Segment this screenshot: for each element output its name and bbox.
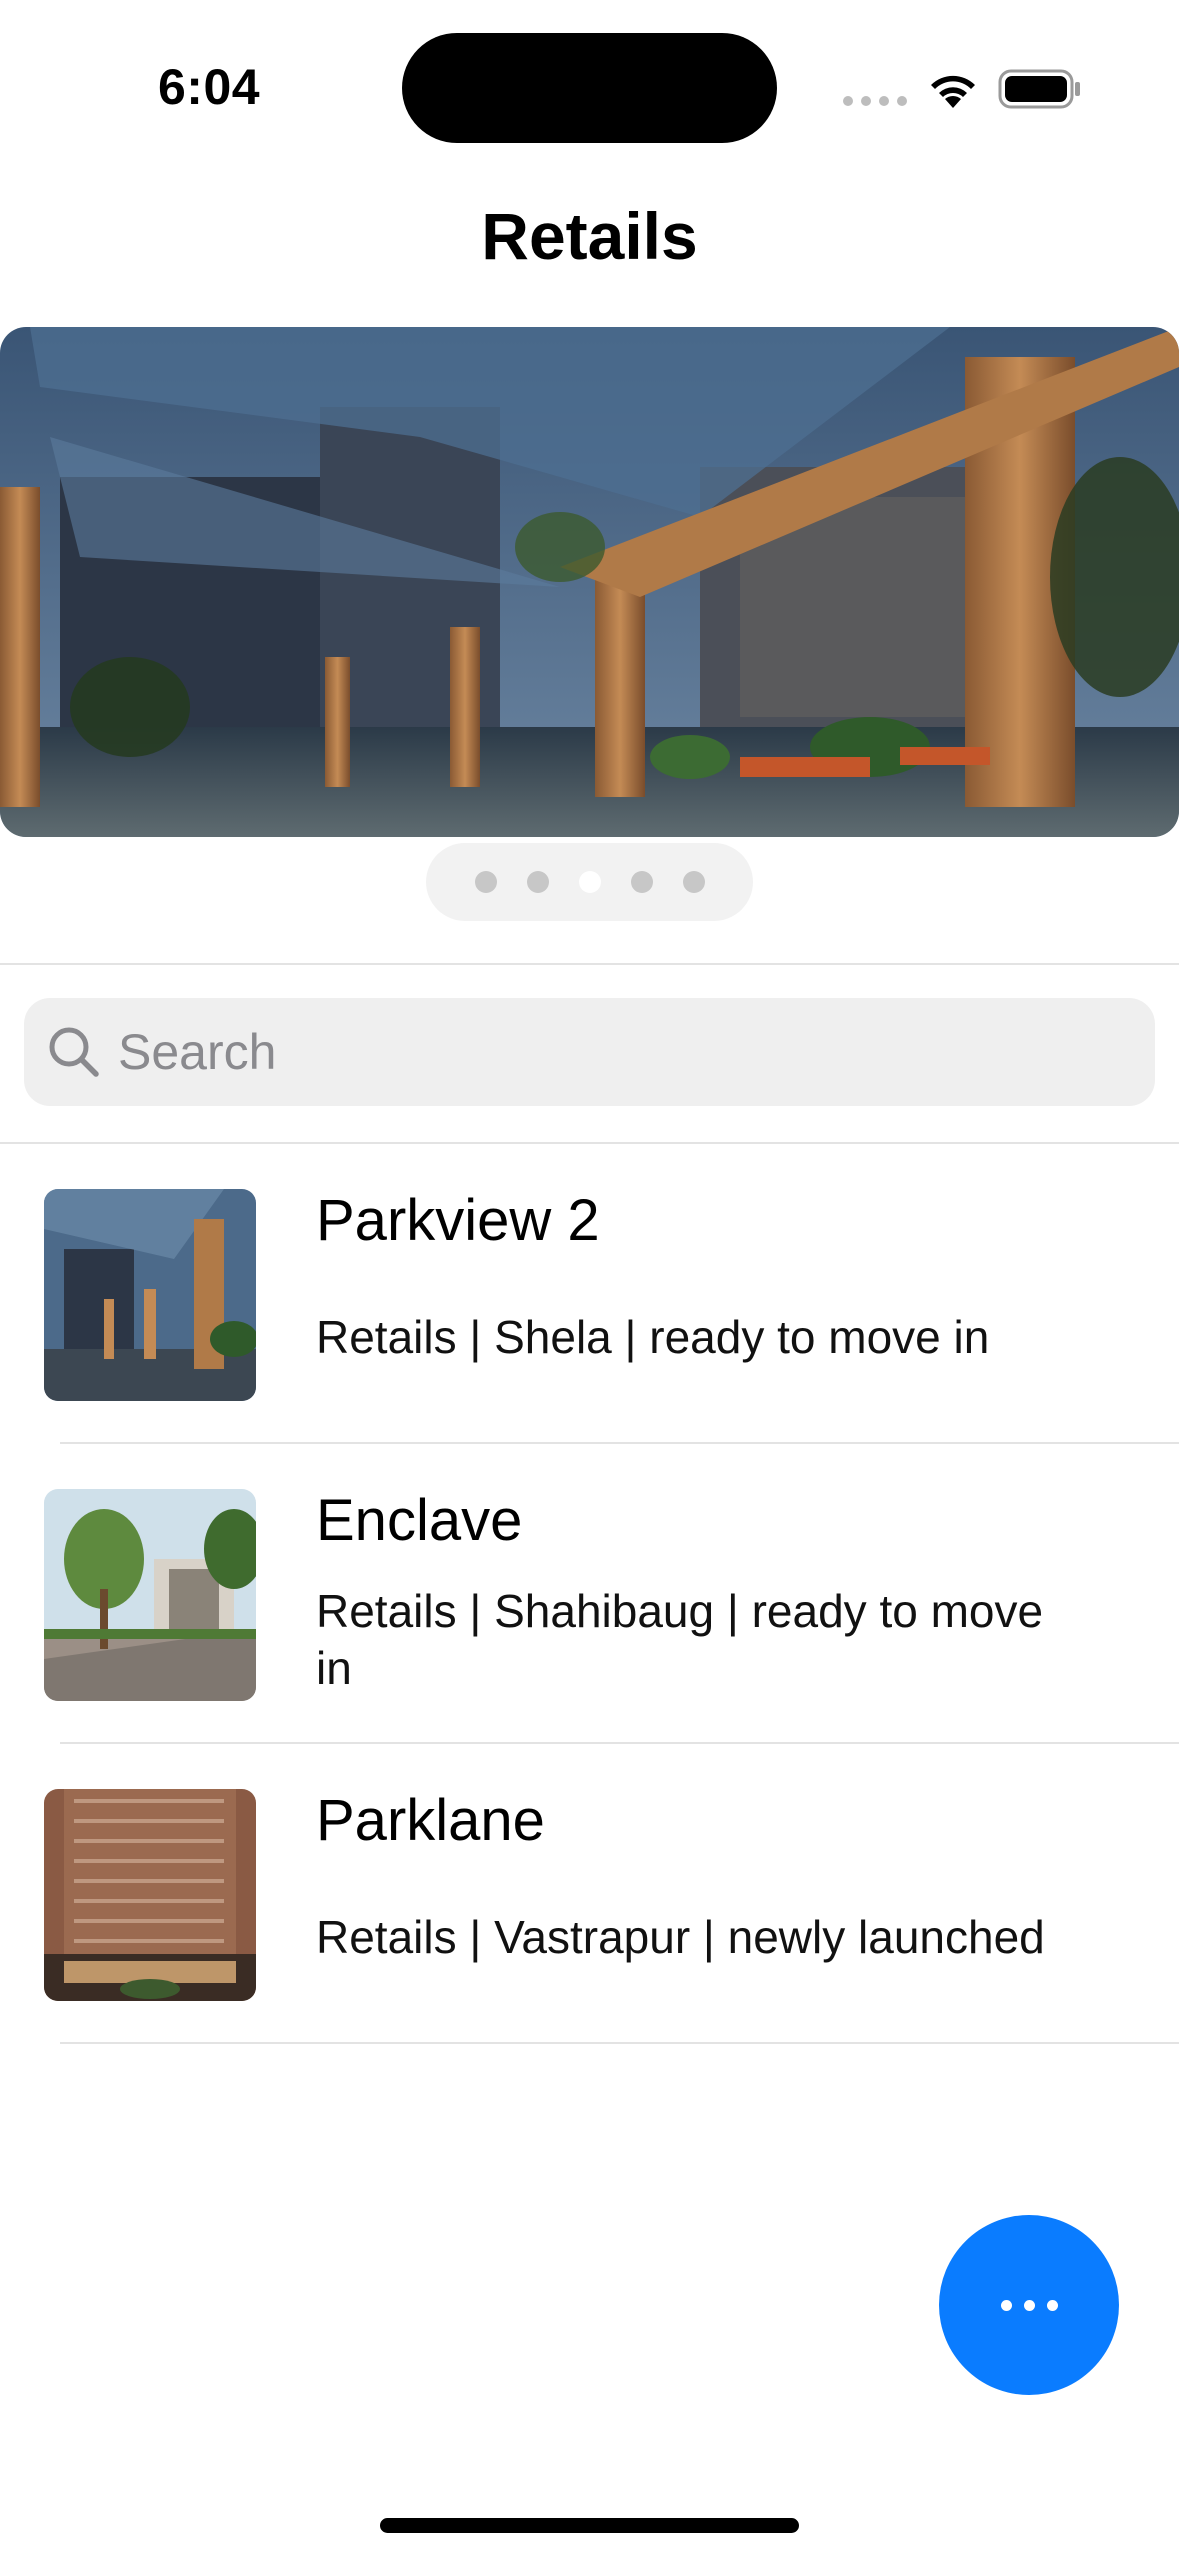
more-icon-dot [1023,2299,1035,2311]
row-divider [60,1442,1179,1444]
property-title: Parkview 2 [316,1188,600,1253]
search-icon [49,1027,99,1077]
more-options-button[interactable] [939,2215,1119,2395]
property-subtitle: Retails | Vastrapur | newly launched [316,1911,1045,1963]
property-title: Enclave [316,1488,523,1553]
carousel-page-indicator[interactable] [426,843,753,921]
hero-banner-image[interactable] [0,327,1179,837]
property-thumbnail [44,1789,256,2001]
search-bar[interactable]: Search [24,998,1155,1106]
search-divider [0,1142,1179,1144]
more-icon-dot [1046,2299,1058,2311]
search-input[interactable]: Search [118,1023,276,1081]
page-dot-active[interactable] [578,871,601,893]
wifi-icon [931,75,975,108]
retails-screen: 6:04 Retails Search Parkview 2 Retails |… [0,0,1179,2556]
row-divider [60,1742,1179,1744]
dynamic-island [402,33,777,143]
more-icon-dot [1000,2299,1012,2311]
home-indicator[interactable] [380,2518,799,2533]
property-subtitle: Retails | Shela | ready to move in [316,1311,990,1363]
list-item[interactable]: Parklane Retails | Vastrapur | newly lau… [0,1745,1179,2045]
page-dot[interactable] [474,871,497,893]
page-dot[interactable] [630,871,653,893]
property-thumbnail [44,1189,256,1401]
row-divider [60,2042,1179,2044]
cellular-signal-icon [843,96,907,106]
property-title: Parklane [316,1788,545,1853]
list-item[interactable]: Parkview 2 Retails | Shela | ready to mo… [0,1145,1179,1445]
page-title: Retails [481,199,698,273]
status-time: 6:04 [158,59,261,115]
section-divider [0,963,1179,965]
page-dot[interactable] [682,871,705,893]
list-item[interactable]: Enclave Retails | Shahibaug | ready to m… [0,1445,1179,1745]
property-subtitle: Retails | Shahibaug | ready to move in [316,1585,1044,1694]
property-thumbnail [44,1489,256,1701]
battery-icon [998,69,1080,109]
page-dot[interactable] [526,871,549,893]
